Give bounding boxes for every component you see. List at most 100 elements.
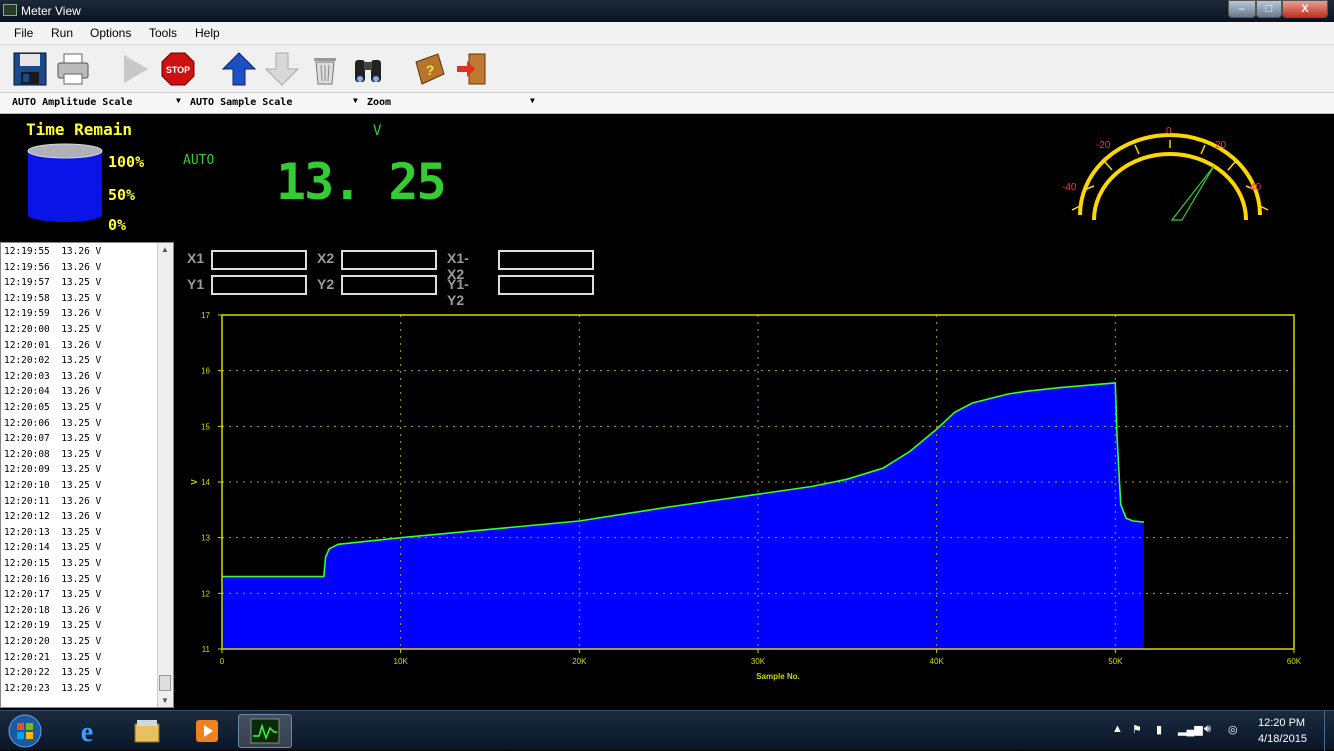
sync-icon[interactable]: ◎ xyxy=(1228,723,1238,736)
y-tick-label: 14 xyxy=(201,478,210,487)
level-0-label: 0% xyxy=(108,216,127,234)
stop-icon[interactable]: STOP xyxy=(160,51,196,87)
y2-field[interactable] xyxy=(341,275,437,295)
scroll-up-icon[interactable]: ▲ xyxy=(161,245,169,254)
log-row: 12:19:57 13.25 V xyxy=(4,277,102,289)
binoculars-icon[interactable] xyxy=(350,51,386,87)
save-icon[interactable] xyxy=(12,51,48,87)
log-row: 12:19:59 13.26 V xyxy=(4,308,102,320)
log-row: 12:20:18 13.26 V xyxy=(4,604,102,616)
sample-scale-select[interactable]: AUTO Sample Scale xyxy=(190,97,292,108)
up-arrow-icon[interactable] xyxy=(221,51,257,87)
network-signal-icon[interactable]: ▂▄▆ xyxy=(1178,723,1203,736)
log-row: 12:20:23 13.25 V xyxy=(4,682,102,694)
print-icon[interactable] xyxy=(55,51,91,87)
log-row: 12:20:14 13.25 V xyxy=(4,542,102,554)
analog-gauge: -40 -20 0 20 40 xyxy=(1062,126,1269,221)
reading-log-list[interactable]: 12:19:55 13.26 V 12:19:56 13.26 V 12:19:57… xyxy=(0,242,174,708)
log-row: 12:19:56 13.26 V xyxy=(4,261,102,273)
x2-field[interactable] xyxy=(341,250,437,270)
volume-icon[interactable]: 🔊︎ xyxy=(1204,723,1211,736)
log-row: 12:20:07 13.25 V xyxy=(4,433,102,445)
x-tick-label: 40K xyxy=(930,657,945,666)
meter-display: Time Remain 100% 50% 0% AUTO V 13. 25 -4… xyxy=(0,115,1334,242)
x1-x2-field[interactable] xyxy=(498,250,594,270)
start-button[interactable] xyxy=(0,714,50,748)
clock-time[interactable]: 12:20 PM xyxy=(1258,717,1305,729)
log-row: 12:20:11 13.26 V xyxy=(4,495,102,507)
reading-value: 13. 25 xyxy=(276,153,447,211)
svg-text:?: ? xyxy=(426,62,435,78)
svg-text:STOP: STOP xyxy=(166,65,190,75)
y-tick-label: 16 xyxy=(201,367,210,376)
action-center-flag-icon[interactable]: ⚑ xyxy=(1132,723,1142,736)
level-50-label: 50% xyxy=(108,186,136,204)
maximize-button[interactable]: □ xyxy=(1256,0,1282,18)
x-tick-label: 30K xyxy=(751,657,766,666)
log-row: 12:20:10 13.25 V xyxy=(4,480,102,491)
scroll-thumb[interactable] xyxy=(159,675,171,691)
log-row: 12:20:01 13.26 V xyxy=(4,339,102,351)
meter-view-task-icon[interactable] xyxy=(238,714,292,748)
clock-date[interactable]: 4/18/2015 xyxy=(1258,733,1307,745)
close-button[interactable]: X xyxy=(1282,0,1328,18)
x-tick-label: 60K xyxy=(1287,657,1302,666)
minimize-button[interactable]: – xyxy=(1228,0,1256,18)
log-row: 12:20:09 13.25 V xyxy=(4,464,102,476)
log-row: 12:20:12 13.26 V xyxy=(4,511,102,523)
log-row: 12:20:02 13.25 V xyxy=(4,355,102,367)
menu-options[interactable]: Options xyxy=(90,26,131,40)
log-scrollbar[interactable]: ▲ ▼ xyxy=(157,243,173,707)
log-row: 12:20:19 13.25 V xyxy=(4,620,102,632)
ie-browser-icon[interactable]: e xyxy=(60,714,114,748)
y1-field[interactable] xyxy=(211,275,307,295)
log-row: 12:20:20 13.25 V xyxy=(4,636,102,647)
menu-help[interactable]: Help xyxy=(195,26,220,40)
y-tick-label: 13 xyxy=(201,534,210,543)
play-icon[interactable] xyxy=(117,51,153,87)
power-icon[interactable]: ▮ xyxy=(1156,723,1162,736)
trash-icon[interactable] xyxy=(307,51,343,87)
y-tick-label: 11 xyxy=(202,645,211,654)
menu-tools[interactable]: Tools xyxy=(149,26,177,40)
unit-label: V xyxy=(373,123,382,139)
toolbar: STOP ? xyxy=(0,44,1334,92)
y1-y2-field[interactable] xyxy=(498,275,594,295)
show-desktop-button[interactable] xyxy=(1324,711,1334,751)
file-explorer-icon[interactable] xyxy=(120,714,174,748)
show-hidden-icons-icon[interactable]: ▲ xyxy=(1112,723,1123,735)
scroll-down-icon[interactable]: ▼ xyxy=(161,696,169,705)
x1-label: X1 xyxy=(187,250,205,266)
log-row: 12:20:15 13.25 V xyxy=(4,558,102,569)
exit-icon[interactable] xyxy=(454,51,490,87)
menu-file[interactable]: File xyxy=(14,26,33,40)
taskbar: e ▲ ⚑ ▮ ▂▄▆ 🔊︎ ◎ 12:20 PM 4/18/2015 xyxy=(0,710,1334,751)
battery-cylinder-icon xyxy=(27,143,103,222)
amplitude-scale-select[interactable]: AUTO Amplitude Scale xyxy=(12,97,132,108)
y1-label: Y1 xyxy=(187,276,205,292)
log-row: 12:20:03 13.26 V xyxy=(4,370,102,382)
chevron-down-icon[interactable]: ▼ xyxy=(176,96,181,105)
log-row: 12:20:05 13.25 V xyxy=(4,402,102,413)
log-row: 12:20:06 13.25 V xyxy=(4,417,102,429)
window-title: Meter View xyxy=(21,4,81,18)
y-tick-label: 12 xyxy=(201,589,210,598)
down-arrow-icon[interactable] xyxy=(264,51,300,87)
zoom-select[interactable]: Zoom xyxy=(367,97,391,108)
chevron-down-icon[interactable]: ▼ xyxy=(353,96,358,105)
x-tick-label: 20K xyxy=(572,657,587,666)
x-tick-label: 0 xyxy=(220,657,225,666)
chevron-down-icon[interactable]: ▼ xyxy=(530,96,535,105)
help-book-icon[interactable]: ? xyxy=(411,51,447,87)
range-mode: AUTO xyxy=(183,153,215,168)
log-row: 12:20:00 13.25 V xyxy=(4,324,102,335)
voltage-chart[interactable]: 11 12 13 14 15 16 17 0 10K 20K 30K 40K 50K 60K Sample … xyxy=(180,300,1310,690)
x1-field[interactable] xyxy=(211,250,307,270)
menu-run[interactable]: Run xyxy=(51,26,73,40)
y-tick-label: 15 xyxy=(201,422,210,431)
log-row: 12:20:13 13.25 V xyxy=(4,526,102,538)
gauge-label-0: 0 xyxy=(1166,126,1172,137)
log-row: 12:20:22 13.25 V xyxy=(4,667,102,679)
y2-label: Y2 xyxy=(317,276,335,292)
media-player-icon[interactable] xyxy=(180,714,234,748)
